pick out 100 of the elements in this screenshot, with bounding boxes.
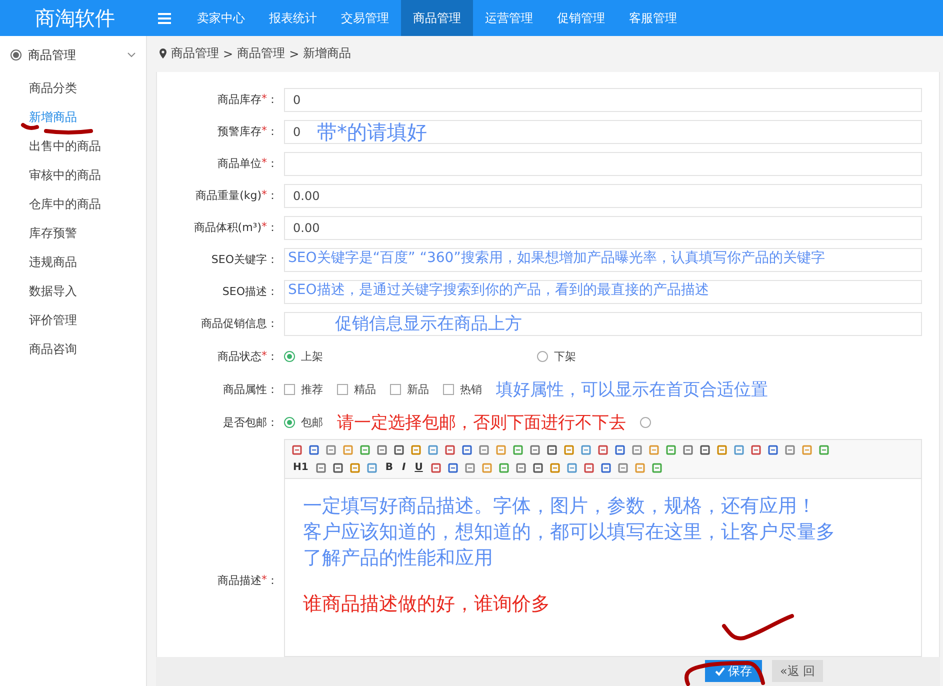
toolbar-icon[interactable]	[580, 444, 592, 456]
label-colon: ：	[267, 156, 278, 172]
required-mark: *	[262, 124, 267, 140]
toolbar-icon[interactable]	[444, 444, 456, 456]
toolbar-icon[interactable]	[366, 462, 378, 474]
toolbar-icon[interactable]	[514, 462, 527, 474]
toolbar-icon[interactable]	[308, 444, 320, 456]
sidebar-item[interactable]: 审核中的商品	[0, 161, 146, 190]
sidebar-item[interactable]: 仓库中的商品	[0, 190, 146, 219]
radio-label: 下架	[554, 348, 576, 364]
sidebar-item[interactable]: 新增商品	[0, 103, 146, 132]
label-colon: ：	[267, 252, 278, 268]
sidebar-item[interactable]: 商品咨询	[0, 335, 146, 364]
checkbox[interactable]	[390, 384, 401, 395]
breadcrumb-item[interactable]: 商品管理	[171, 45, 219, 62]
label-colon: ：	[267, 382, 278, 397]
radio-button[interactable]	[640, 416, 651, 428]
toolbar-icon[interactable]	[376, 444, 388, 456]
back-button[interactable]: «返 回	[772, 660, 824, 682]
nav-tab[interactable]: 商品管理	[401, 0, 473, 36]
checkbox-label: 精品	[354, 382, 376, 397]
label-colon: ：	[267, 348, 278, 364]
annotation-text: 填好属性，可以显示在首页合适位置	[496, 378, 768, 401]
toolbar-icon[interactable]	[566, 462, 578, 474]
label-colon: ：	[267, 124, 278, 140]
required-mark: *	[262, 220, 267, 236]
sidebar-item[interactable]: 库存预警	[0, 219, 146, 248]
toolbar-icon[interactable]	[614, 444, 626, 456]
toolbar-icon[interactable]	[582, 462, 595, 474]
field-label: 商品库存	[218, 92, 262, 108]
label-colon: ：	[267, 284, 278, 300]
radio-button[interactable]	[284, 350, 295, 362]
checkbox[interactable]	[443, 384, 454, 395]
annotation-text: 客户应该知道的，想知道的，都可以填写在这里，让客户尽量多了解产品的性能和应用	[303, 520, 836, 571]
annotation-text: 一定填写好商品描述。字体，图片，参数，规格，还有应用！	[303, 494, 817, 519]
toolbar-icon[interactable]	[699, 444, 711, 456]
annotation-text: 促销信息显示在商品上方	[335, 313, 522, 336]
breadcrumb-item: 新增商品	[303, 45, 352, 62]
bold-button[interactable]: B	[383, 462, 395, 474]
field-label: 商品重量(kg)	[196, 188, 262, 204]
toolbar-icon[interactable]	[325, 444, 337, 456]
field-label: 商品促销信息	[201, 316, 267, 332]
app-logo: 商淘软件	[34, 4, 116, 32]
toolbar-icon[interactable]	[682, 444, 694, 456]
sidebar-item[interactable]: 出售中的商品	[0, 132, 146, 161]
toolbar-icon[interactable]	[430, 462, 442, 474]
radio-label: 包邮	[301, 414, 323, 430]
toolbar-icon[interactable]	[546, 444, 558, 456]
required-mark: *	[262, 572, 267, 588]
annotation-text: SEO描述，是通过关键字搜索到你的产品，看到的最直接的产品描述	[288, 280, 709, 299]
italic-button[interactable]: I	[400, 462, 408, 474]
toolbar-icon[interactable]	[315, 462, 328, 474]
checkbox[interactable]	[284, 384, 295, 395]
sidebar-item[interactable]: 评价管理	[0, 306, 146, 335]
radio-button[interactable]	[284, 416, 295, 428]
breadcrumb-separator: >	[289, 46, 300, 61]
radio-button[interactable]	[537, 350, 548, 362]
toolbar-icon[interactable]	[600, 462, 612, 474]
toolbar-icon[interactable]	[532, 462, 544, 474]
toolbar-icon[interactable]	[529, 444, 541, 456]
sidebar-title[interactable]: 商品管理	[28, 46, 121, 64]
heading-button[interactable]: H1	[291, 462, 310, 474]
breadcrumb-item[interactable]: 商品管理	[237, 45, 286, 62]
toolbar-icon[interactable]	[784, 444, 796, 456]
input-field[interactable]: 0.00	[284, 216, 922, 240]
input-field[interactable]: 0	[284, 88, 922, 112]
toolbar-icon[interactable]	[393, 444, 405, 456]
toolbar-icon[interactable]	[597, 444, 609, 456]
menu-icon[interactable]	[158, 12, 171, 24]
input-field[interactable]	[284, 152, 922, 176]
toolbar-icon[interactable]	[291, 444, 303, 456]
toolbar-icon[interactable]	[446, 462, 459, 474]
field-value: 0	[292, 124, 302, 139]
toolbar-icon[interactable]	[631, 444, 643, 456]
chevron-down-icon[interactable]	[127, 52, 136, 58]
toolbar-icon[interactable]	[750, 444, 762, 456]
rich-text-editor[interactable]: H1 B I U 一定填写好商品描述。字体，图片，参数，规格，还有应用！ 客户应该知道的，想知道的，都可以填写在这里，让客户尽量多了解产品的性能和应用 谁商品描述做的好，谁询价多	[284, 438, 922, 657]
field-label: SEO关键字	[211, 252, 267, 268]
checkbox[interactable]	[337, 384, 348, 395]
label-colon: ：	[267, 92, 278, 108]
toolbar-icon[interactable]	[478, 444, 490, 456]
sidebar-item[interactable]: 违规商品	[0, 248, 146, 277]
underline-button[interactable]: U	[412, 462, 425, 474]
required-mark: *	[262, 156, 267, 172]
radio-label: 上架	[301, 348, 323, 364]
toolbar-icon[interactable]	[733, 444, 745, 456]
label-colon: ：	[267, 414, 278, 430]
input-field[interactable]: 0 带*的请填好	[284, 120, 922, 144]
toolbar-icon[interactable]	[461, 444, 473, 456]
sidebar-item[interactable]: 商品分类	[0, 74, 146, 103]
toolbar-icon[interactable]	[464, 462, 476, 474]
toolbar-icon[interactable]	[767, 444, 779, 456]
input-field[interactable]: 0.00	[284, 184, 922, 208]
location-pin-icon	[159, 48, 167, 60]
toolbar-icon[interactable]	[616, 462, 629, 474]
checkbox-label: 推荐	[301, 382, 323, 397]
annotation-text: 谁商品描述做的好，谁询价多	[303, 592, 551, 617]
sidebar-item[interactable]: 数据导入	[0, 277, 146, 306]
toolbar-icon[interactable]	[427, 444, 439, 456]
toolbar-icon[interactable]	[332, 462, 344, 474]
